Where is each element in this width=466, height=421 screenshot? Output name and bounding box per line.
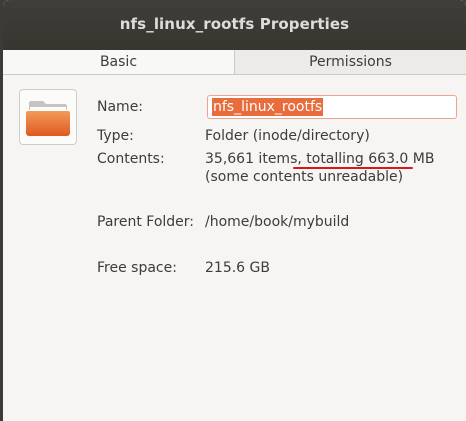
title-bar[interactable]: nfs_linux_rootfs Properties: [3, 0, 466, 50]
name-label: Name:: [97, 99, 144, 115]
free-space-label: Free space:: [97, 260, 177, 276]
window-title: nfs_linux_rootfs Properties: [119, 15, 350, 33]
name-field-value: nfs_linux_rootfs: [212, 98, 324, 116]
basic-panel: Name: nfs_linux_rootfs Type: Folder (ino…: [3, 75, 466, 421]
type-value: Folder (inode/directory): [205, 128, 370, 144]
name-field[interactable]: nfs_linux_rootfs: [207, 95, 457, 119]
parent-folder-label: Parent Folder:: [97, 214, 195, 230]
free-space-value: 215.6 GB: [205, 260, 270, 276]
red-underline-annotation: [293, 167, 413, 169]
folder-icon: [26, 101, 70, 136]
contents-value: 35,661 items, totalling 663.0 MB: [205, 151, 435, 167]
properties-window: nfs_linux_rootfs Properties Basic Permis…: [3, 0, 466, 421]
tab-permissions[interactable]: Permissions: [235, 50, 466, 74]
type-label: Type:: [97, 128, 134, 144]
folder-icon-button[interactable]: [19, 89, 77, 145]
tab-bar: Basic Permissions: [3, 50, 466, 75]
parent-folder-value: /home/book/mybuild: [205, 214, 350, 230]
contents-label: Contents:: [97, 151, 165, 167]
contents-note: (some contents unreadable): [205, 169, 404, 185]
tab-basic[interactable]: Basic: [3, 50, 235, 74]
